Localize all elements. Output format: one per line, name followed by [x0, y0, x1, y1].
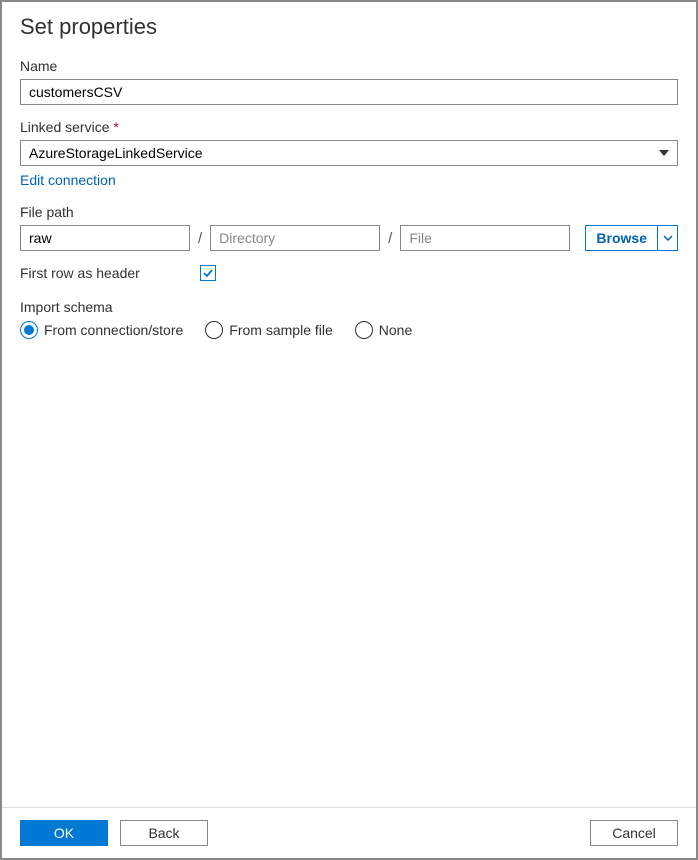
- radio-label: From sample file: [229, 322, 332, 338]
- name-field: Name: [20, 58, 678, 105]
- back-button[interactable]: Back: [120, 820, 208, 846]
- linked-service-label: Linked service: [20, 119, 678, 135]
- radio-none[interactable]: None: [355, 321, 412, 339]
- path-separator: /: [388, 230, 392, 247]
- container-input[interactable]: [20, 225, 190, 251]
- path-separator: /: [198, 230, 202, 247]
- caret-down-icon: [659, 150, 669, 156]
- radio-icon: [205, 321, 223, 339]
- first-row-header-field: First row as header: [20, 265, 678, 281]
- dialog-footer: OK Back Cancel: [2, 807, 696, 858]
- name-label: Name: [20, 58, 678, 74]
- radio-from-connection[interactable]: From connection/store: [20, 321, 183, 339]
- linked-service-field: Linked service AzureStorageLinkedService…: [20, 119, 678, 190]
- first-row-header-label: First row as header: [20, 265, 140, 281]
- cancel-button[interactable]: Cancel: [590, 820, 678, 846]
- name-input[interactable]: [20, 79, 678, 105]
- radio-label: None: [379, 322, 412, 338]
- directory-input[interactable]: [210, 225, 380, 251]
- import-schema-label: Import schema: [20, 299, 678, 315]
- linked-service-select[interactable]: AzureStorageLinkedService: [20, 140, 678, 166]
- browse-group: Browse: [585, 225, 678, 251]
- file-path-field: File path / / Browse: [20, 204, 678, 251]
- ok-button[interactable]: OK: [20, 820, 108, 846]
- file-path-label: File path: [20, 204, 678, 220]
- file-path-row: / / Browse: [20, 225, 678, 251]
- radio-icon: [20, 321, 38, 339]
- radio-icon: [355, 321, 373, 339]
- import-schema-field: Import schema From connection/store From…: [20, 299, 678, 339]
- edit-connection-link[interactable]: Edit connection: [20, 172, 116, 188]
- radio-label: From connection/store: [44, 322, 183, 338]
- checkmark-icon: [202, 267, 214, 279]
- linked-service-value: AzureStorageLinkedService: [29, 145, 203, 161]
- import-schema-radio-group: From connection/store From sample file N…: [20, 321, 678, 339]
- radio-from-sample-file[interactable]: From sample file: [205, 321, 332, 339]
- dialog-content: Set properties Name Linked service Azure…: [2, 2, 696, 807]
- browse-dropdown-button[interactable]: [658, 225, 678, 251]
- page-title: Set properties: [20, 14, 678, 40]
- browse-button[interactable]: Browse: [585, 225, 658, 251]
- file-input[interactable]: [400, 225, 570, 251]
- first-row-header-checkbox[interactable]: [200, 265, 216, 281]
- chevron-down-icon: [663, 235, 673, 241]
